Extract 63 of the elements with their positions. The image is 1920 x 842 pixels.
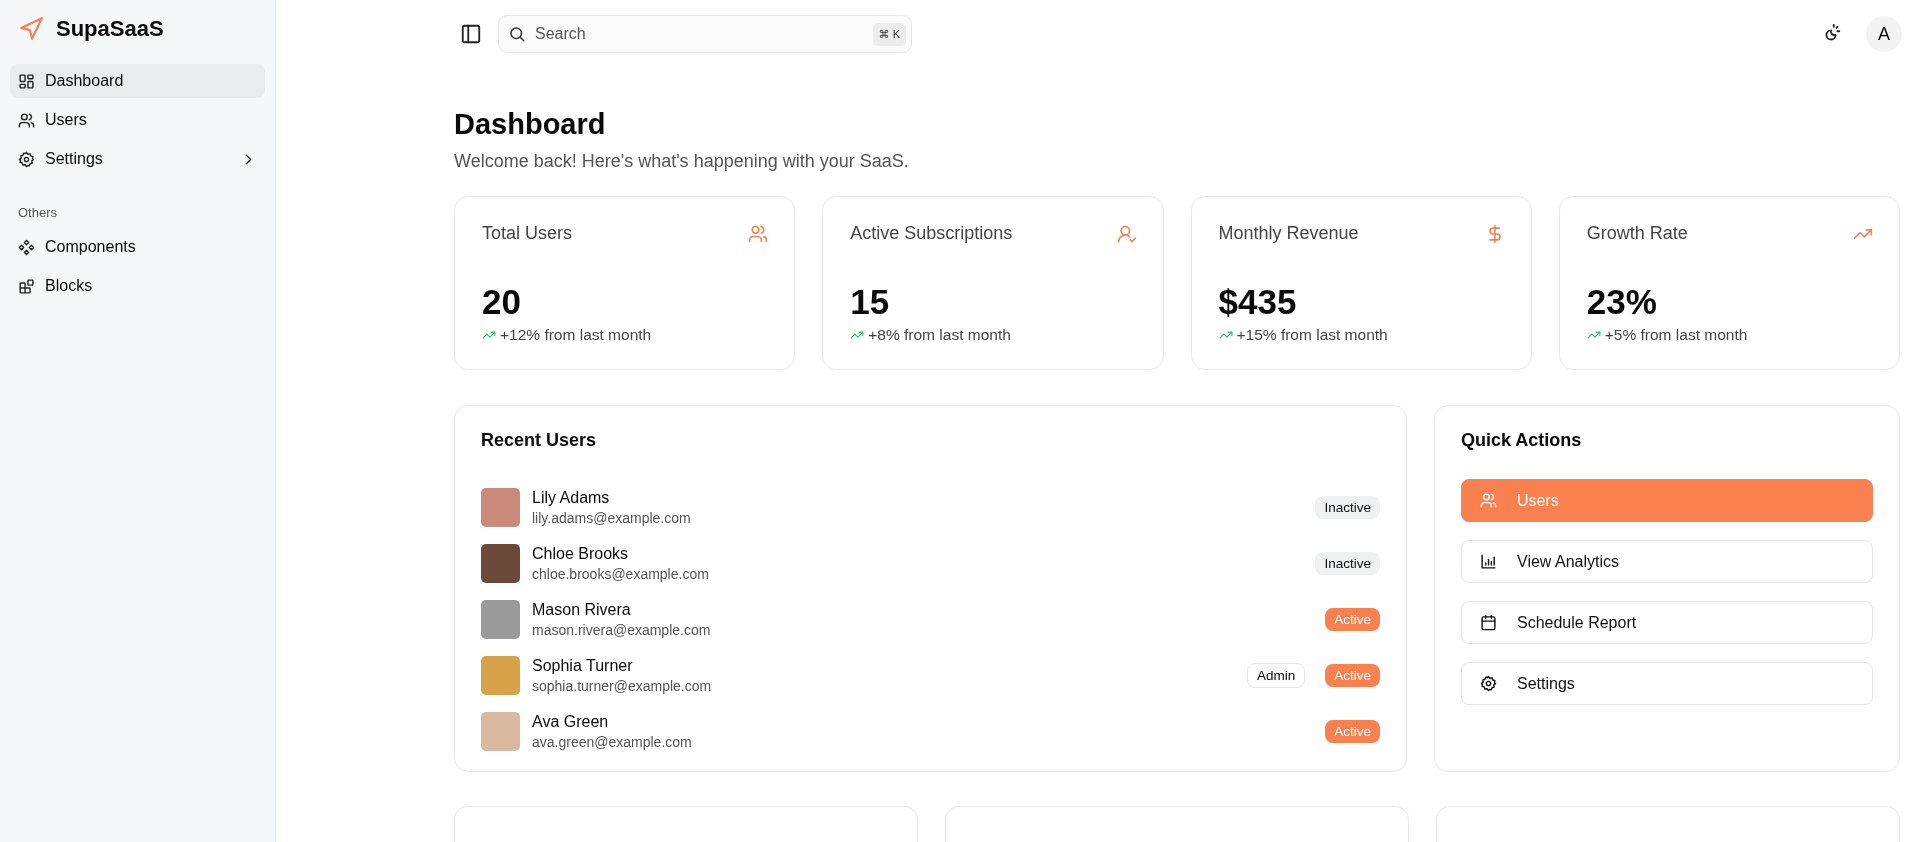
user-avatar[interactable]: A [1866, 16, 1902, 52]
quick-action-button[interactable]: Schedule Report [1461, 601, 1873, 644]
role-badge: Admin [1246, 662, 1306, 688]
user-name: Ava Green [532, 712, 610, 731]
user-name: Chloe Brooks [532, 544, 630, 563]
users-icon [748, 223, 769, 244]
users-icon [18, 111, 35, 129]
stat-label: Monthly Revenue [1218, 223, 1359, 244]
settings-icon [18, 150, 35, 168]
bar-chart-icon [1480, 553, 1497, 570]
user-name: Mason Rivera [532, 600, 632, 619]
photo-placeholder [481, 487, 520, 527]
stat-change: +12% from last month [500, 326, 652, 344]
user-email: lily.adams@example.com [532, 509, 692, 526]
sidebar-item[interactable]: Blocks [10, 269, 265, 303]
photo-placeholder [481, 543, 520, 583]
card-title: Recent Users [481, 430, 598, 451]
status-badge: Inactive [1315, 551, 1380, 575]
blocks-icon [18, 277, 35, 295]
page-subtitle: Welcome back! Here's what's happening with your SaaS. [454, 151, 910, 172]
stat-change: +8% from last month [868, 326, 1011, 344]
sidebar-item[interactable]: Components [10, 230, 265, 264]
brand-name: SupaSaaS [56, 16, 164, 42]
photo-placeholder [481, 711, 520, 751]
settings-icon [1480, 675, 1497, 692]
stat-label: Active Subscriptions [850, 223, 1013, 244]
quick-action-button[interactable]: View Analytics [1461, 540, 1873, 583]
dashboard-grid-icon [18, 72, 35, 90]
stat-change: +15% from last month [1236, 326, 1388, 344]
paper-plane-icon [18, 16, 44, 42]
sidebar-item[interactable]: Users [10, 103, 265, 137]
photo-placeholder [481, 599, 520, 639]
sidebar-item[interactable]: Settings [10, 142, 265, 176]
stat-value: 23% [1586, 282, 1658, 322]
user-name: Sophia Turner [532, 656, 634, 675]
stat-value: $435 [1218, 282, 1298, 322]
shortcut-hint: ⌘ K [872, 23, 906, 46]
stat-label: Growth Rate [1586, 223, 1688, 244]
user-email: mason.rivera@example.com [532, 621, 712, 638]
sidebar-item[interactable]: Dashboard [10, 64, 265, 98]
calendar-icon [1480, 614, 1497, 631]
user-email: ava.green@example.com [532, 733, 693, 750]
photo-placeholder [481, 655, 520, 695]
quick-action-button[interactable]: Settings [1461, 662, 1873, 705]
user-email: sophia.turner@example.com [532, 677, 713, 694]
components-icon [18, 238, 35, 256]
user-check-icon [1116, 223, 1137, 244]
user-name: Lily Adams [532, 488, 611, 507]
status-badge: Active [1325, 663, 1380, 687]
stat-value: 15 [850, 282, 891, 322]
panel-icon [460, 23, 482, 45]
status-badge: Active [1325, 719, 1380, 743]
card-title: Quick Actions [1461, 430, 1583, 451]
search-icon [508, 25, 526, 43]
status-badge: Inactive [1315, 495, 1380, 519]
users-icon [1480, 492, 1497, 509]
stat-change: +5% from last month [1604, 326, 1748, 344]
stat-value: 20 [482, 282, 522, 322]
stat-label: Total Users [482, 223, 573, 244]
section-label: Others [17, 204, 58, 222]
user-email: chloe.brooks@example.com [532, 565, 710, 582]
page-title: Dashboard [454, 108, 607, 141]
status-badge: Active [1325, 607, 1380, 631]
